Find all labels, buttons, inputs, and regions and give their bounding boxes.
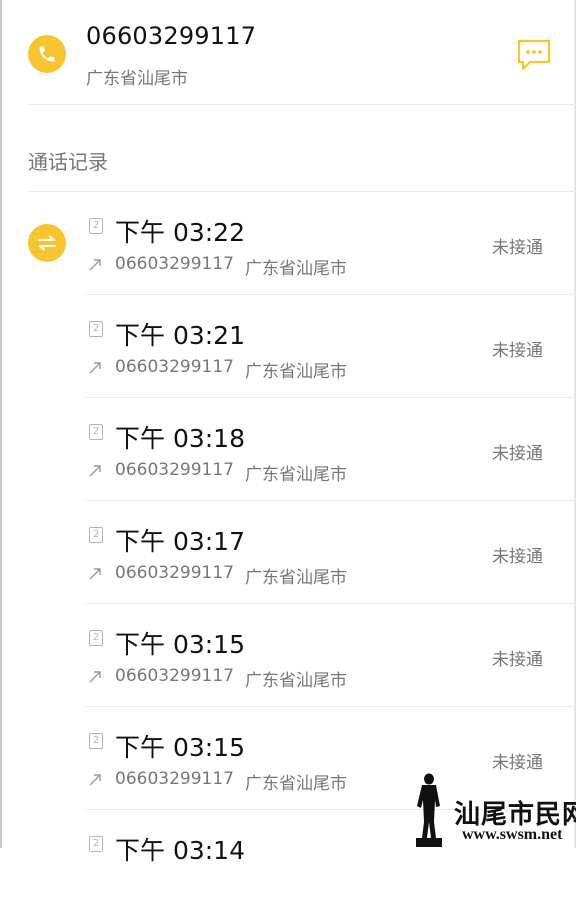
sim-2-icon: 2 [89, 836, 103, 852]
call-status: 未接通 [492, 238, 543, 258]
message-button[interactable] [516, 38, 552, 72]
outgoing-arrow-icon [89, 671, 101, 683]
call-button[interactable] [28, 35, 66, 73]
call-number: 06603299117 [115, 254, 234, 274]
call-status: 未接通 [492, 650, 543, 670]
call-location: 广东省汕尾市 [245, 774, 347, 794]
call-time: 下午 03:21 [115, 321, 245, 350]
sim-2-icon: 2 [89, 424, 103, 440]
call-status: 未接通 [492, 341, 543, 361]
outgoing-arrow-icon [89, 774, 101, 786]
sim-2-icon: 2 [89, 733, 103, 749]
call-number: 06603299117 [115, 666, 234, 686]
call-status: 未接通 [492, 547, 543, 567]
statue-figure-icon [416, 773, 442, 847]
sim-2-icon: 2 [89, 630, 103, 646]
divider [28, 104, 576, 105]
call-time: 下午 03:17 [115, 527, 245, 556]
section-title: 通话记录 [28, 150, 108, 174]
call-location: 广东省汕尾市 [245, 259, 347, 279]
outgoing-arrow-icon [89, 568, 101, 580]
outgoing-arrow-icon [89, 362, 101, 374]
call-number: 06603299117 [115, 460, 234, 480]
outgoing-arrow-icon [89, 465, 101, 477]
call-location: 广东省汕尾市 [245, 671, 347, 691]
call-log-row[interactable]: 2 下午 03:22 06603299117 广东省汕尾市 未接通 [0, 192, 576, 295]
contact-number: 06603299117 [86, 22, 257, 50]
call-location: 广东省汕尾市 [245, 362, 347, 382]
call-log-row[interactable]: 2 下午 03:17 06603299117 广东省汕尾市 未接通 [0, 501, 576, 604]
sim-2-icon: 2 [89, 218, 103, 234]
call-location: 广东省汕尾市 [245, 568, 347, 588]
call-status: 未接通 [492, 444, 543, 464]
call-location: 广东省汕尾市 [245, 465, 347, 485]
call-time: 下午 03:15 [115, 630, 245, 659]
call-number: 06603299117 [115, 769, 234, 789]
call-status: 未接通 [492, 753, 543, 773]
call-number: 06603299117 [115, 357, 234, 377]
message-icon [517, 39, 551, 71]
outgoing-arrow-icon [89, 259, 101, 271]
sim-2-icon: 2 [89, 321, 103, 337]
call-number: 06603299117 [115, 563, 234, 583]
phone-icon [39, 46, 55, 62]
call-time: 下午 03:15 [115, 733, 245, 762]
sim-2-icon: 2 [89, 527, 103, 543]
contact-header: 06603299117 广东省汕尾市 [0, 0, 576, 104]
call-log-row[interactable]: 2 下午 03:18 06603299117 广东省汕尾市 未接通 [0, 398, 576, 501]
watermark-logo: 汕尾市民网 www.swsm.net [410, 772, 576, 848]
call-log-row[interactable]: 2 下午 03:21 06603299117 广东省汕尾市 未接通 [0, 295, 576, 398]
call-log-row[interactable]: 2 下午 03:15 06603299117 广东省汕尾市 未接通 [0, 604, 576, 707]
call-time: 下午 03:18 [115, 424, 245, 453]
call-time: 下午 03:14 [115, 836, 245, 865]
call-time: 下午 03:22 [115, 218, 245, 247]
watermark-url: www.swsm.net [462, 826, 563, 843]
contact-location: 广东省汕尾市 [86, 69, 188, 89]
